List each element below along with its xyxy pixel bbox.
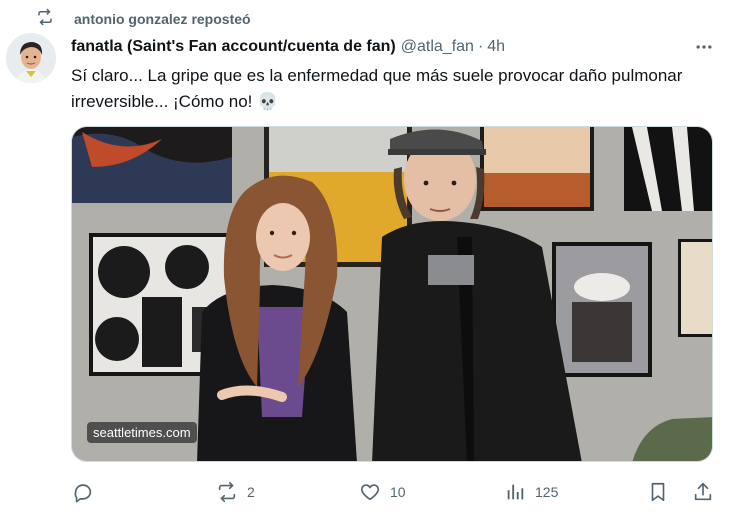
bookmark-icon [651,482,665,502]
separator-dot: · [477,38,484,55]
share-button[interactable] [692,478,714,506]
heart-icon [360,484,380,501]
more-options-button[interactable] [690,36,718,58]
bookmark-button[interactable] [647,478,669,506]
source-watermark[interactable]: seattletimes.com [87,422,197,443]
views-chart-icon [507,484,524,500]
more-icon [696,45,712,49]
views-count: 125 [535,484,559,500]
repost-count: 2 [247,484,255,500]
repost-indicator: antonio gonzalez reposteó [36,8,251,31]
repost-button[interactable]: 2 [216,478,255,506]
post-media-image[interactable]: seattletimes.com [71,126,713,462]
views-button[interactable]: 125 [504,478,558,506]
like-button[interactable]: 10 [359,478,406,506]
repost-text[interactable]: antonio gonzalez reposteó [74,11,251,27]
repost-icon [218,482,236,502]
post-actions-bar: 2 10 125 [0,478,734,506]
post-header: fanatla (Saint's Fan account/cuenta de f… [71,36,718,58]
repost-icon [36,8,54,31]
post-text: Sí claro... La gripe que es la enfermeda… [71,66,683,111]
author-handle[interactable]: @atla_fan [401,38,474,56]
share-icon [694,482,712,501]
avatar[interactable] [6,33,56,83]
reply-icon [74,484,92,503]
reply-button[interactable] [72,478,94,506]
author-name[interactable]: fanatla (Saint's Fan account/cuenta de f… [71,38,396,56]
post-timestamp[interactable]: 4h [487,38,505,56]
like-count: 10 [390,484,406,500]
